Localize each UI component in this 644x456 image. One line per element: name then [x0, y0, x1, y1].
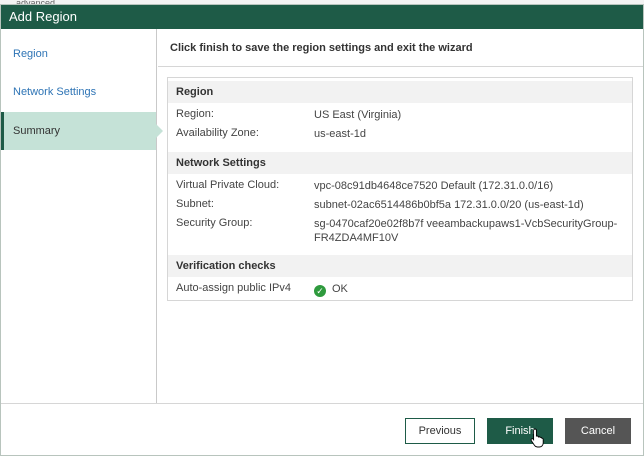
- sidebar-item-label: Network Settings: [13, 86, 97, 98]
- row-label: Availability Zone:: [176, 127, 259, 139]
- hand-pointer-icon: [530, 428, 544, 448]
- check-status: OK: [332, 283, 348, 295]
- row-value: vpc-08c91db4648ce7520 Default (172.31.0.…: [314, 180, 554, 192]
- row-value: sg-0470caf20e02f8b7f veeambackupaws1-Vcb…: [314, 218, 618, 244]
- cancel-button[interactable]: Cancel: [565, 418, 631, 444]
- sidebar-item-network-settings[interactable]: Network Settings: [1, 73, 156, 111]
- row-value: US East (Virginia): [314, 109, 402, 121]
- row-value: us-east-1d: [314, 128, 366, 140]
- row-label: Subnet:: [176, 198, 214, 210]
- row-label: Security Group:: [176, 217, 253, 229]
- row-label: Auto-assign public IPv4: [176, 282, 291, 294]
- section-verification-header: Verification checks: [168, 255, 632, 277]
- add-region-dialog: Add Region Region Network Settings Summa…: [0, 4, 644, 456]
- sidebar-item-label: Summary: [13, 125, 61, 137]
- section-network-header: Network Settings: [168, 152, 632, 174]
- active-arrow-icon: [156, 124, 163, 138]
- step-header: Click finish to save the region settings…: [158, 29, 643, 67]
- row-value: subnet-02ac6514486b0bf5a 172.31.0.0/20 (…: [314, 199, 584, 211]
- dialog-title: Add Region: [1, 5, 643, 29]
- row-label: Region:: [176, 108, 214, 120]
- row-label: Virtual Private Cloud:: [176, 179, 280, 191]
- row-value: ✓ OK: [314, 282, 624, 297]
- section-region-header: Region: [168, 81, 632, 103]
- wizard-sidebar: Region Network Settings Summary: [1, 29, 163, 403]
- summary-panel: Region Region: US East (Virginia) Availa…: [167, 77, 633, 301]
- previous-button[interactable]: Previous: [405, 418, 475, 444]
- sidebar-item-summary[interactable]: Summary: [1, 112, 163, 150]
- sidebar-item-label: Region: [13, 48, 48, 60]
- dialog-footer: Previous Finish Cancel: [1, 403, 643, 455]
- sidebar-item-region[interactable]: Region: [1, 35, 156, 73]
- check-circle-icon: ✓: [314, 285, 326, 297]
